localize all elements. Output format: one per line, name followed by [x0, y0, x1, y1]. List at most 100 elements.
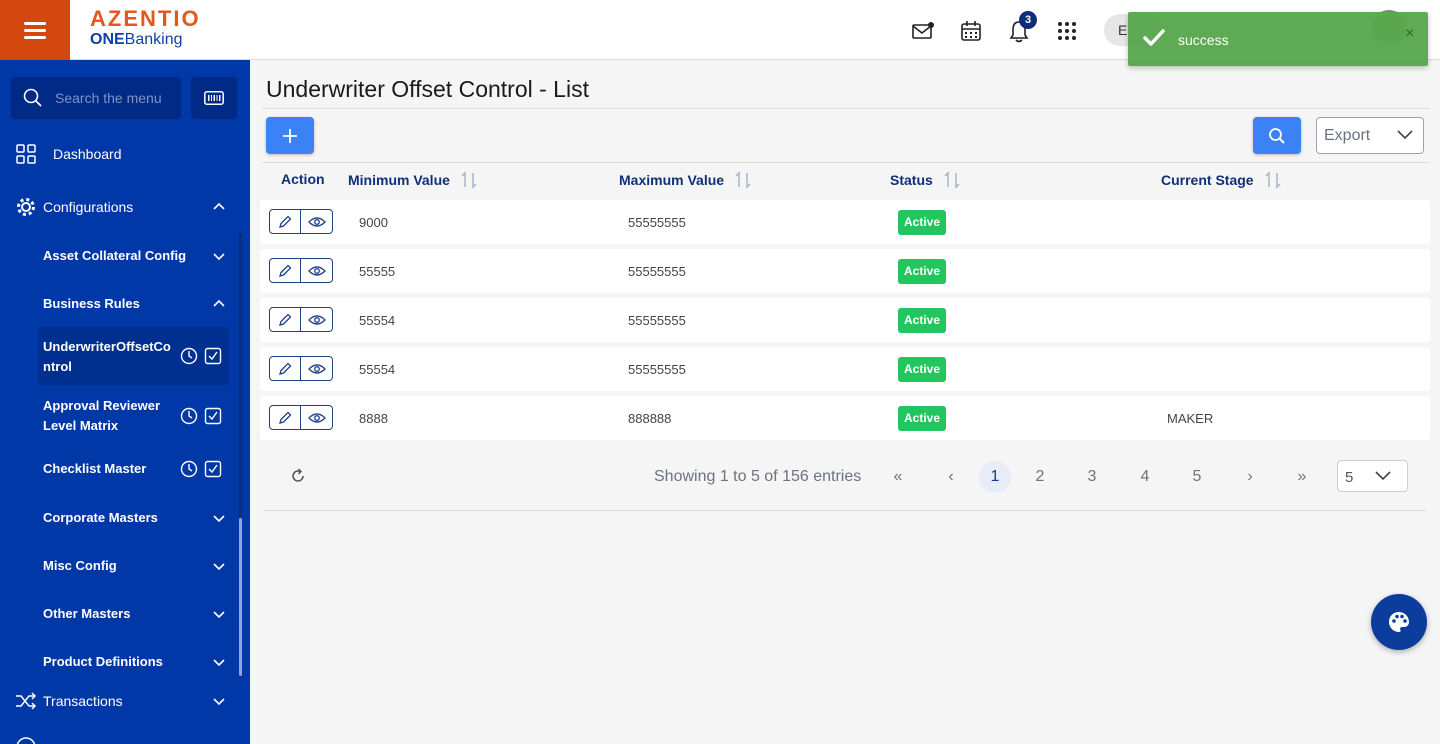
chevron-down-icon — [1375, 471, 1391, 481]
page-button[interactable]: 4 — [1129, 461, 1161, 493]
sidebar-item-transactions[interactable]: Transactions — [0, 689, 240, 713]
cell-maximum-value: 55555555 — [628, 264, 686, 279]
first-page-button[interactable]: « — [882, 461, 914, 493]
item-tools — [180, 347, 222, 365]
page-size-select[interactable]: 5 — [1337, 460, 1408, 492]
divider — [262, 162, 1430, 163]
app-logo: AZENTIO ONEBanking — [90, 8, 201, 50]
sidebar-item-misc-config[interactable]: Misc Config — [0, 555, 240, 577]
sidebar-item-label: Misc Config — [43, 558, 117, 573]
apps-grid-icon[interactable] — [1054, 18, 1080, 44]
previous-page-button[interactable]: ‹ — [935, 461, 967, 493]
page-button[interactable]: 5 — [1181, 461, 1213, 493]
view-button[interactable] — [301, 258, 333, 283]
toast-close-button[interactable]: × — [1405, 25, 1414, 43]
checkbox-icon[interactable] — [204, 407, 222, 425]
sidebar-item-label: Business Rules — [43, 296, 140, 311]
pencil-icon — [279, 264, 292, 277]
column-header-minimum-value[interactable]: Minimum Value — [348, 171, 478, 189]
eye-icon — [307, 216, 326, 227]
edit-button[interactable] — [269, 356, 301, 381]
edit-button[interactable] — [269, 258, 301, 283]
last-page-button[interactable]: » — [1286, 461, 1318, 493]
barcode-icon — [204, 91, 224, 105]
clock-icon[interactable] — [180, 460, 198, 478]
sidebar-item-configurations[interactable]: Configurations — [0, 195, 240, 219]
sort-icon[interactable] — [460, 171, 478, 189]
checkbox-icon[interactable] — [204, 460, 222, 478]
sidebar-item-corporate-masters[interactable]: Corporate Masters — [0, 507, 240, 529]
barcode-button[interactable] — [191, 77, 237, 119]
sidebar: Search the menu Dashboard Configurations… — [0, 60, 250, 744]
mail-icon[interactable] — [910, 18, 936, 44]
cell-minimum-value: 55554 — [359, 313, 396, 328]
brand-name: AZENTIO — [90, 6, 201, 31]
hamburger-menu-button[interactable] — [0, 0, 70, 60]
column-header-maximum-value[interactable]: Maximum Value — [619, 171, 752, 189]
cell-maximum-value: 55555555 — [628, 215, 686, 230]
page-button[interactable]: 1 — [979, 461, 1011, 493]
cell-minimum-value: 55555 — [359, 264, 396, 279]
theme-palette-button[interactable] — [1371, 594, 1427, 650]
edit-button[interactable] — [269, 209, 301, 234]
sidebar-item-business-rules[interactable]: Business Rules — [0, 293, 240, 315]
export-dropdown[interactable]: Export — [1316, 117, 1424, 154]
palette-icon — [1389, 612, 1409, 632]
column-header-status[interactable]: Status — [890, 171, 961, 189]
sidebar-item-label: Approval Reviewer Level Matrix — [43, 398, 161, 433]
row-actions — [269, 356, 333, 381]
calendar-icon[interactable] — [958, 18, 984, 44]
sort-icon[interactable] — [1264, 171, 1282, 189]
sidebar-scrollbar-thumb[interactable] — [239, 518, 242, 676]
item-tools — [180, 407, 222, 425]
sidebar-item-other-masters[interactable]: Other Masters — [0, 603, 240, 625]
clock-icon[interactable] — [180, 407, 198, 425]
menu-search-input[interactable]: Search the menu — [11, 77, 181, 119]
add-button[interactable] — [266, 117, 314, 154]
pagination-summary: Showing 1 to 5 of 156 entries — [654, 468, 862, 485]
search-icon — [23, 88, 42, 107]
sidebar-item-label: Transactions — [43, 693, 123, 709]
column-header-current-stage[interactable]: Current Stage — [1161, 171, 1282, 189]
globe-icon — [16, 737, 36, 744]
chevron-down-icon — [213, 698, 225, 706]
checkbox-icon[interactable] — [204, 347, 222, 365]
status-badge: Active — [898, 308, 947, 333]
divider — [264, 510, 1426, 511]
chevron-down-icon — [213, 611, 225, 619]
sidebar-item-underwriter-offset-control[interactable]: UnderwriterOffsetCo ntrol — [0, 337, 240, 377]
sort-icon[interactable] — [734, 171, 752, 189]
divider — [262, 108, 1430, 109]
view-button[interactable] — [301, 405, 333, 430]
cell-maximum-value: 888888 — [628, 411, 672, 426]
row-actions — [269, 405, 333, 430]
page-button[interactable]: 2 — [1024, 461, 1056, 493]
pencil-icon — [279, 313, 292, 326]
row-actions — [269, 258, 333, 283]
chevron-down-icon — [213, 563, 225, 571]
sidebar-item-approval-reviewer-level-matrix[interactable]: Approval Reviewer Level Matrix — [0, 396, 240, 436]
edit-button[interactable] — [269, 307, 301, 332]
next-page-button[interactable]: › — [1234, 461, 1266, 493]
edit-button[interactable] — [269, 405, 301, 430]
sidebar-item-asset-collateral-config[interactable]: Asset Collateral Config — [0, 245, 240, 267]
menu-icon — [24, 28, 46, 32]
page-button[interactable]: 3 — [1076, 461, 1108, 493]
export-label: Export — [1324, 127, 1371, 144]
sidebar-item-product-definitions[interactable]: Product Definitions — [0, 651, 240, 673]
cell-minimum-value: 8888 — [359, 411, 388, 426]
sidebar-item-dashboard[interactable]: Dashboard — [0, 142, 240, 166]
table-row: 8888 888888 Active MAKER — [260, 396, 1430, 440]
view-button[interactable] — [301, 356, 333, 381]
view-button[interactable] — [301, 307, 333, 332]
refresh-icon[interactable] — [289, 467, 307, 485]
cell-minimum-value: 55554 — [359, 362, 396, 377]
clock-icon[interactable] — [180, 347, 198, 365]
search-button[interactable] — [1253, 117, 1301, 154]
sidebar-item-checklist-master[interactable]: Checklist Master — [0, 459, 240, 479]
chevron-down-icon — [213, 515, 225, 523]
sort-icon[interactable] — [943, 171, 961, 189]
view-button[interactable] — [301, 209, 333, 234]
sidebar-item-label: UnderwriterOffsetCo ntrol — [43, 339, 171, 374]
chevron-up-icon — [213, 299, 225, 307]
